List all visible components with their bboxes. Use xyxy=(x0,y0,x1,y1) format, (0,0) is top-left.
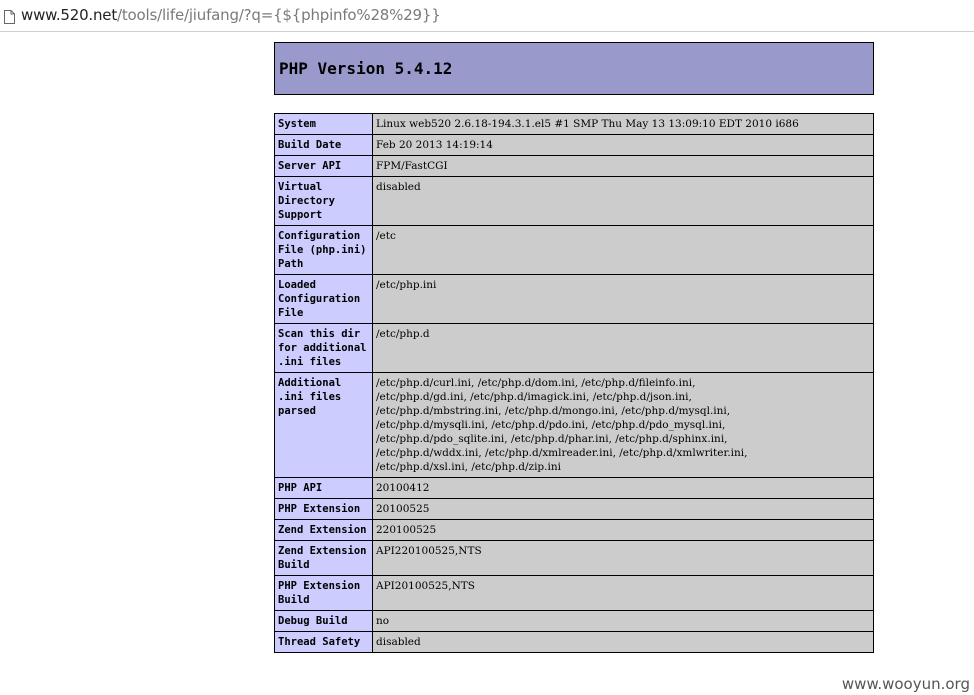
info-row: PHP API 20100412 xyxy=(274,477,874,499)
info-key: Zend Extension xyxy=(274,519,373,541)
info-value: no xyxy=(372,610,874,632)
info-key: Configuration File (php.ini) Path xyxy=(274,225,373,275)
url-host: www.520.net xyxy=(21,6,118,24)
info-value: /etc/php.d xyxy=(372,323,874,373)
info-row: Scan this dir for additional .ini files /… xyxy=(274,323,874,373)
info-value: API20100525,NTS xyxy=(372,575,874,611)
info-key: PHP API xyxy=(274,477,373,499)
address-bar[interactable]: www.520.net/tools/life/jiufang/?q={${php… xyxy=(0,0,974,32)
info-row: Debug Build no xyxy=(274,610,874,632)
info-value: 20100412 xyxy=(372,477,874,499)
info-key: Thread Safety xyxy=(274,631,373,653)
info-row: Additional .ini files parsed/etc/php.d/c… xyxy=(274,372,874,478)
page-icon xyxy=(4,9,15,24)
info-value: 20100525 xyxy=(372,498,874,520)
info-row: Build Date Feb 20 2013 14:19:14 xyxy=(274,134,874,156)
url-path: /tools/life/jiufang/?q={${phpinfo%28%29}… xyxy=(117,6,441,24)
php-version-title: PHP Version 5.4.12 xyxy=(279,59,453,78)
info-value: Feb 20 2013 14:19:14 xyxy=(372,134,874,156)
info-key: Scan this dir for additional .ini files xyxy=(274,323,373,373)
info-value: /etc/php.ini xyxy=(372,274,874,324)
info-value: FPM/FastCGI xyxy=(372,155,874,177)
info-row: System Linux web520 2.6.18-194.3.1.el5 #1… xyxy=(274,113,874,135)
php-version-header: PHP Version 5.4.12 xyxy=(274,42,874,95)
info-row: Zend Extension Build API220100525,NTS xyxy=(274,540,874,576)
info-value: disabled xyxy=(372,176,874,226)
info-key: PHP Extension Build xyxy=(274,575,373,611)
info-key: Build Date xyxy=(274,134,373,156)
info-key: Zend Extension Build xyxy=(274,540,373,576)
info-value: /etc xyxy=(372,225,874,275)
info-key: Server API xyxy=(274,155,373,177)
info-key: System xyxy=(274,113,373,135)
phpinfo-table: System Linux web520 2.6.18-194.3.1.el5 #1… xyxy=(274,113,874,653)
info-value: /etc/php.d/curl.ini, /etc/php.d/dom.ini,… xyxy=(372,372,874,478)
info-value: disabled xyxy=(372,631,874,653)
info-key: PHP Extension xyxy=(274,498,373,520)
info-value: Linux web520 2.6.18-194.3.1.el5 #1 SMP T… xyxy=(372,113,874,135)
info-key: Loaded Configuration File xyxy=(274,274,373,324)
phpinfo-header: PHP Version 5.4.12 xyxy=(274,42,874,95)
info-key: Debug Build xyxy=(274,610,373,632)
info-row: Loaded Configuration File/etc/php.ini xyxy=(274,274,874,324)
url-text[interactable]: www.520.net/tools/life/jiufang/?q={${php… xyxy=(21,0,441,31)
info-row: Zend Extension 220100525 xyxy=(274,519,874,541)
watermark: www.wooyun.org xyxy=(841,675,970,693)
info-row: Thread Safety disabled xyxy=(274,631,874,653)
info-value: 220100525 xyxy=(372,519,874,541)
info-row: Server API FPM/FastCGI xyxy=(274,155,874,177)
info-key: Virtual Directory Support xyxy=(274,176,373,226)
info-row: PHP Extension 20100525 xyxy=(274,498,874,520)
info-key: Additional .ini files parsed xyxy=(274,372,373,478)
info-row: Virtual Directory Support disabled xyxy=(274,176,874,226)
info-value: API220100525,NTS xyxy=(372,540,874,576)
info-row: PHP Extension Build API20100525,NTS xyxy=(274,575,874,611)
info-row: Configuration File (php.ini) Path/etc xyxy=(274,225,874,275)
